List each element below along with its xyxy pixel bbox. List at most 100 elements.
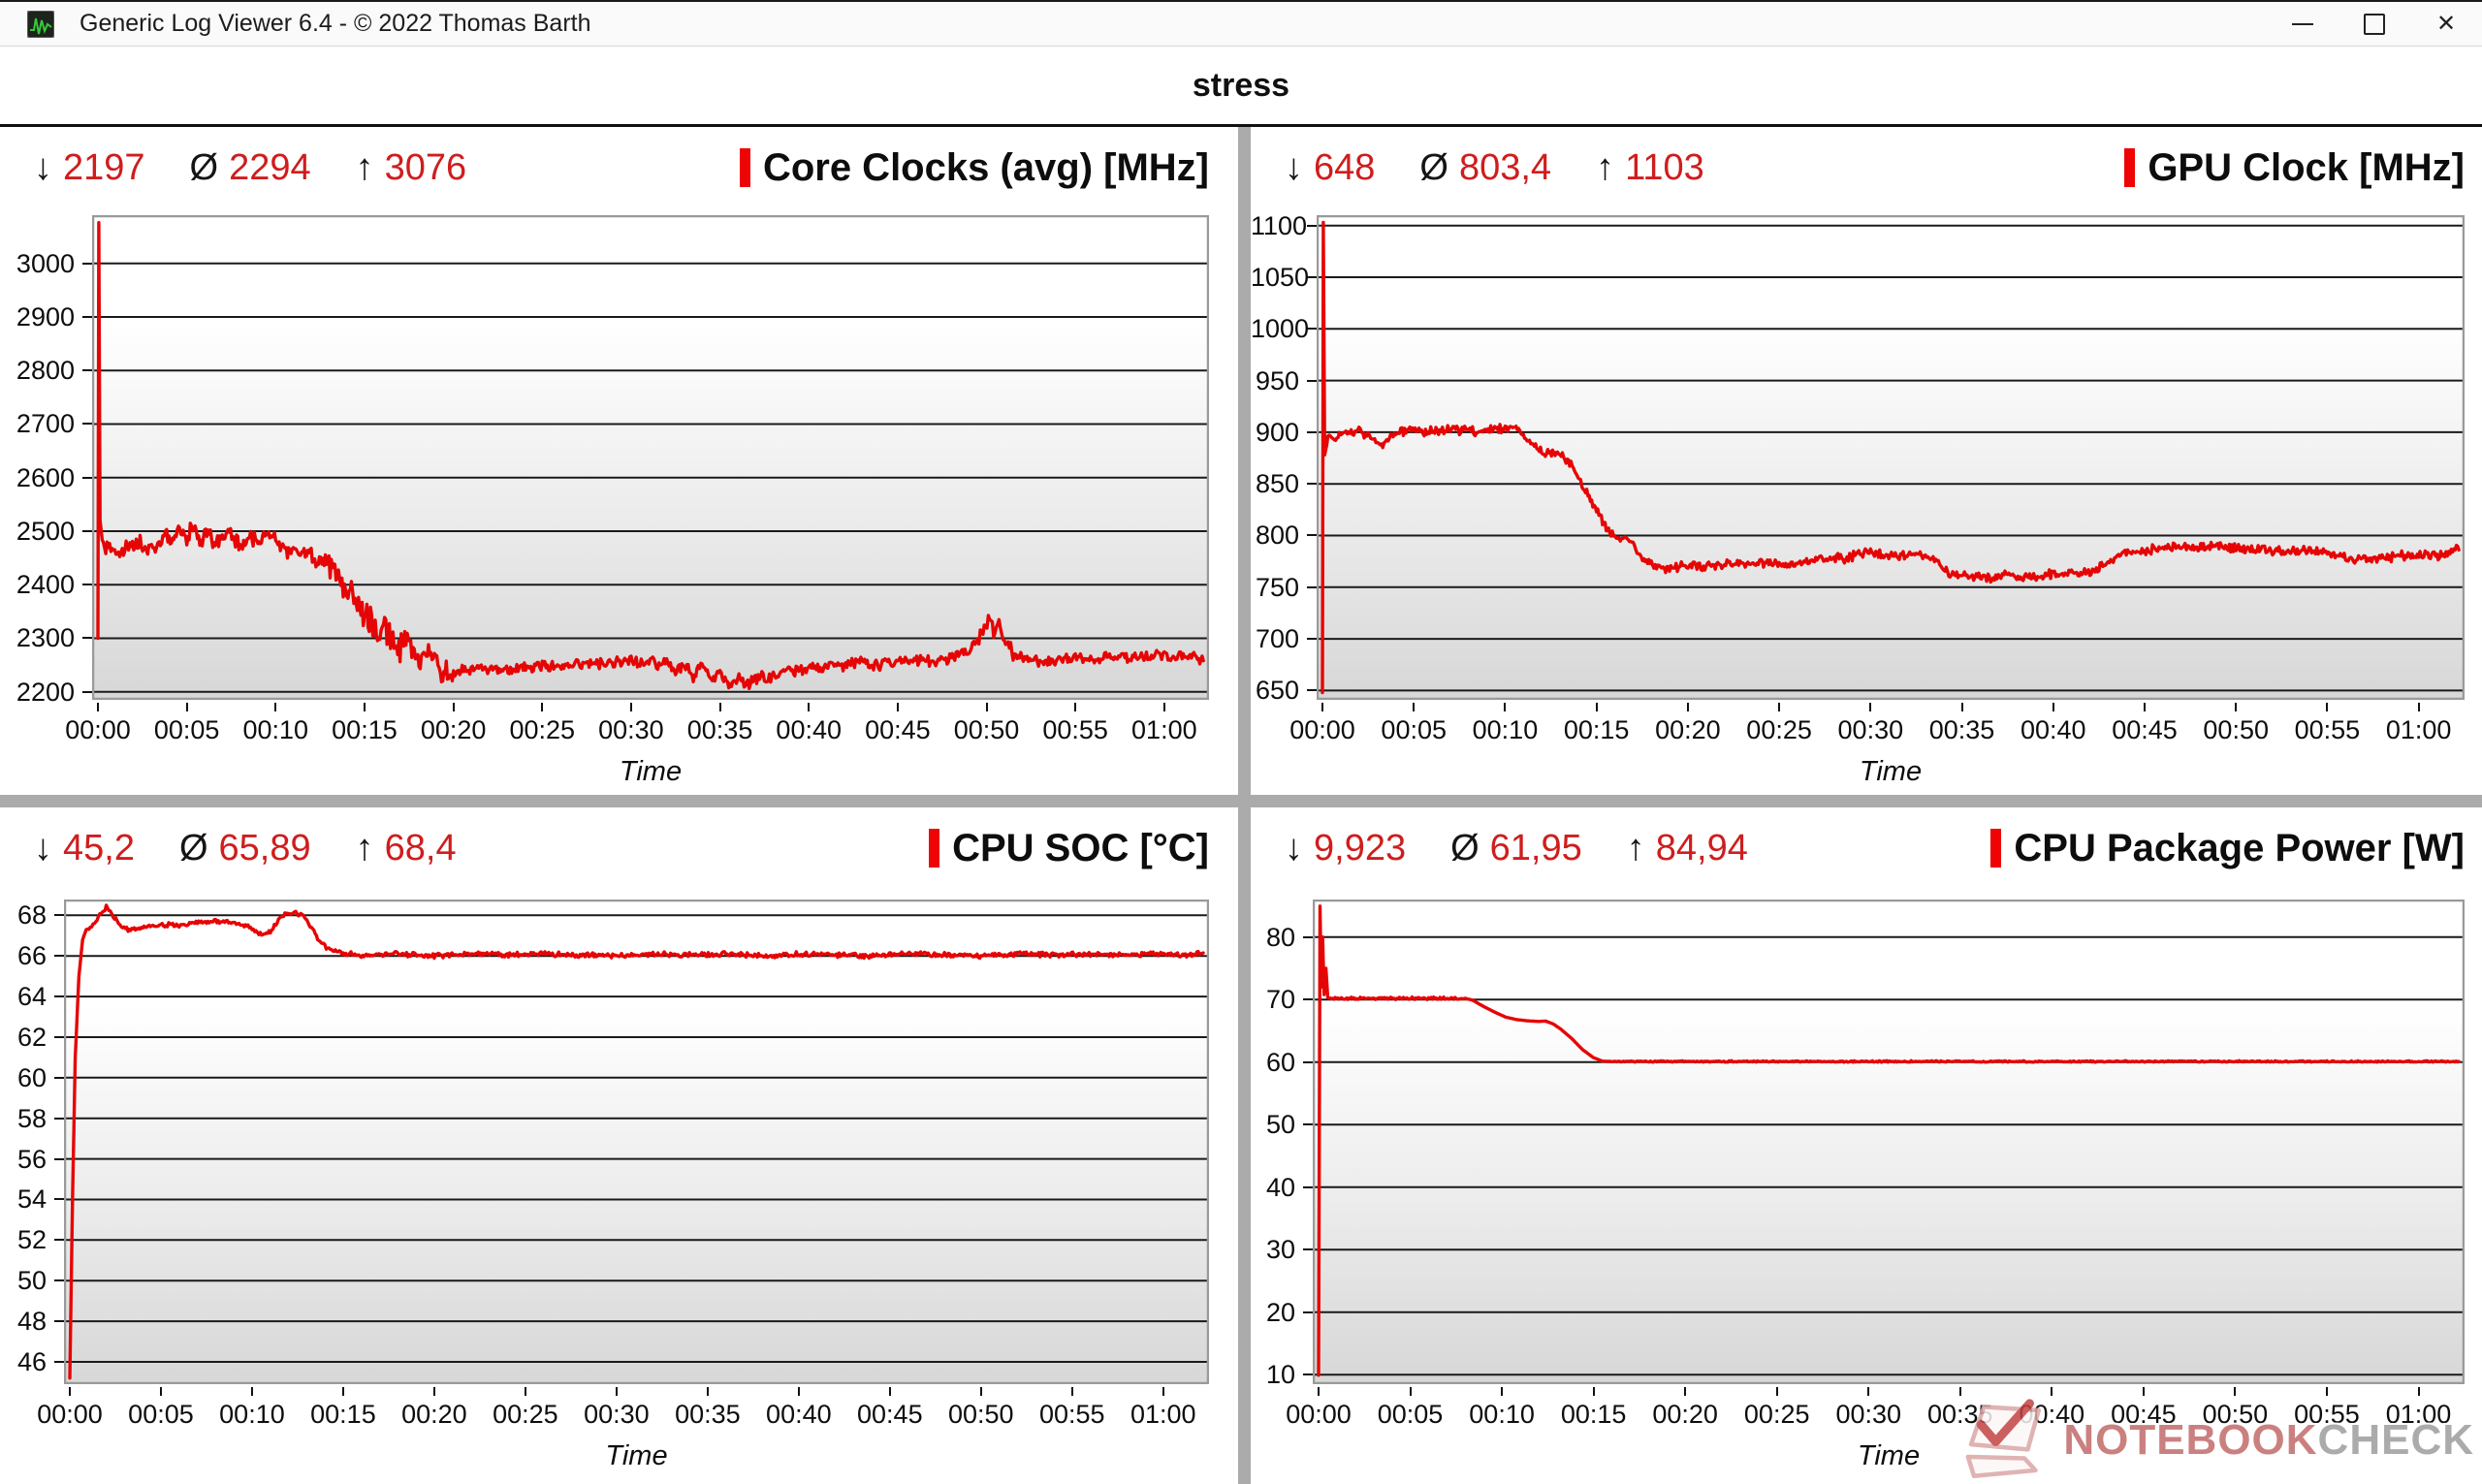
stat-max-value: 3076 [385,147,467,189]
minimize-button[interactable] [2267,2,2339,46]
y-axis-tick-label: 2500 [0,516,75,547]
x-axis-tick [251,1387,253,1396]
chart-grid: ↓2197 Ø2294 ↑3076 Core Clocks (avg) [MHz… [0,127,2482,1484]
average-icon: Ø [1419,147,1448,189]
x-axis-tick [986,703,988,711]
x-axis-tick [2418,1387,2420,1396]
y-axis-tick [54,1118,64,1120]
x-axis-tick [453,703,455,711]
stat-max: ↑68,4 [356,828,457,869]
series-line [98,223,1203,689]
x-axis-tick [1593,1387,1595,1396]
average-icon: Ø [1450,828,1480,869]
y-axis-tick [82,369,92,371]
plot-area[interactable] [64,900,1209,1384]
x-axis-title: Time [1823,756,1958,788]
chart-legend: CPU SOC [°C] [929,823,1209,873]
y-axis-tick-label: 62 [0,1022,47,1053]
x-axis-tick [1869,703,1871,711]
x-axis-tick [1596,703,1598,711]
x-axis-tick [897,703,899,711]
x-axis-tick [1684,1387,1686,1396]
x-axis-tick [69,1387,71,1396]
x-axis-tick [2235,703,2237,711]
app-icon [27,11,54,38]
x-axis-tick [1959,1387,1961,1396]
y-axis-tick [1307,483,1317,485]
y-axis-tick [1303,998,1313,1000]
stat-avg: Ø2294 [190,147,311,189]
arrow-down-icon: ↓ [34,147,52,189]
stat-avg: Ø 803,4 [1419,147,1551,189]
y-axis-tick-label: 80 [1251,922,1295,953]
x-axis-tick [342,1387,344,1396]
arrow-down-icon: ↓ [1285,828,1303,869]
y-axis-tick-label: 2900 [0,301,75,332]
y-axis-tick [82,423,92,425]
stat-min: ↓ 45,2 [34,828,135,869]
y-axis-tick [1303,1123,1313,1125]
y-axis-tick-label: 60 [1251,1047,1295,1078]
y-axis-tick [54,1279,64,1281]
legend-color-bar [1990,829,2001,868]
x-axis-tick-label: 01:00 [2356,715,2482,744]
series-line [70,905,1203,1378]
chart-stats: ↓ 45,2 Ø65,89 ↑68,4 [34,823,457,873]
y-axis-tick [54,1077,64,1079]
x-axis-tick [2418,703,2420,711]
y-axis-tick-label: 60 [0,1062,47,1093]
y-axis-tick-label: 1000 [1251,313,1299,344]
y-axis-tick-label: 50 [1251,1109,1295,1140]
y-axis-tick-label: 20 [1251,1297,1295,1328]
x-axis-tick [719,703,721,711]
x-axis-tick-label: 01:00 [2356,1400,2482,1429]
close-button[interactable]: ✕ [2410,2,2482,46]
x-axis-tick [433,1387,435,1396]
stat-avg-value: 61,95 [1490,828,1582,869]
y-axis-tick [82,263,92,265]
plot-area[interactable] [1313,900,2465,1384]
stat-avg-value: 2294 [229,147,311,189]
x-axis-tick [1501,1387,1503,1396]
x-axis-title: Time [583,756,718,788]
y-axis-tick-label: 900 [1251,417,1299,448]
average-icon: Ø [190,147,219,189]
y-axis-tick [1307,431,1317,433]
stat-avg-value: 803,4 [1459,147,1551,189]
x-axis-tick [97,703,99,711]
chart-panel-gpu-clock: ↓648 Ø803,4 ↑1103 GPU Clock [MHz] 650700… [1251,127,2482,795]
plot-area[interactable] [1317,215,2465,700]
x-axis-tick [1867,1387,1869,1396]
stat-avg: Ø61,95 [1450,828,1582,869]
y-axis-tick [1307,225,1317,227]
maximize-button[interactable] [2339,2,2410,46]
x-axis-tick [798,1387,800,1396]
arrow-down-icon: ↓ [1285,147,1303,189]
y-axis-tick [82,316,92,318]
x-axis-tick [980,1387,982,1396]
y-axis-tick-label: 2800 [0,355,75,386]
x-axis-tick [1413,703,1415,711]
y-axis-tick [1307,638,1317,640]
x-axis-title: Time [569,1440,705,1472]
x-axis-tick [525,1387,526,1396]
stat-avg: Ø65,89 [179,828,311,869]
x-axis-tick [364,703,366,711]
plot-area[interactable] [92,215,1209,700]
y-axis-tick [54,1320,64,1322]
y-axis-tick-label: 10 [1251,1359,1295,1390]
arrow-down-icon: ↓ [34,828,52,869]
stat-max-value: 68,4 [385,828,457,869]
legend-color-bar [2124,148,2135,187]
legend-color-bar [929,829,939,868]
y-axis-tick [54,995,64,997]
y-axis-tick-label: 56 [0,1144,47,1175]
y-axis-tick-label: 750 [1251,572,1299,603]
x-axis-tick-label: 01:00 [1101,715,1227,744]
chart-title: GPU Clock [MHz] [2148,146,2465,190]
stat-avg-value: 65,89 [219,828,311,869]
stat-min-value: 45,2 [63,828,135,869]
y-axis-tick [54,1198,64,1200]
y-axis-tick-label: 2600 [0,462,75,493]
chart-legend: GPU Clock [MHz] [2124,142,2465,193]
